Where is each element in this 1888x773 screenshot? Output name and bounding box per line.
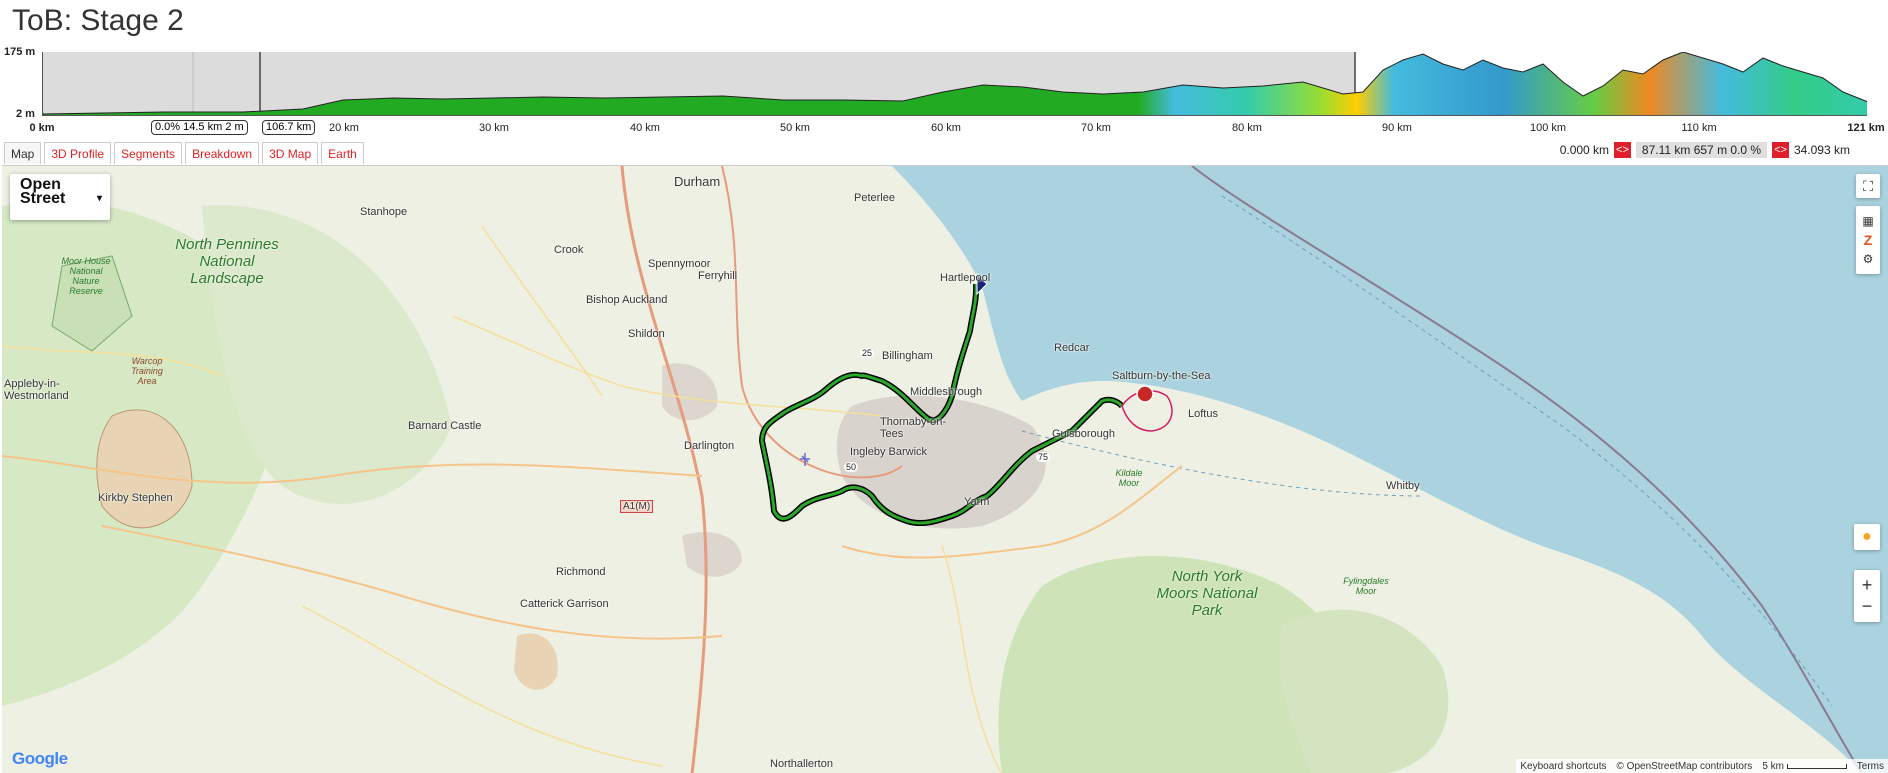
elevation-profile-chart[interactable] [42, 52, 1867, 116]
range-middle: 87.11 km 657 m 0.0 % [1635, 142, 1768, 158]
zoom-controls: + − [1854, 570, 1880, 622]
osm-attribution: © OpenStreetMap contributors [1616, 760, 1753, 772]
place-peterlee: Peterlee [854, 192, 895, 204]
tab-breakdown[interactable]: Breakdown [185, 142, 260, 164]
map-layer-label: Open Street [20, 176, 66, 207]
tab-3d-map[interactable]: 3D Map [262, 142, 319, 164]
range-start: 0.000 km [1559, 143, 1610, 157]
range-end: 34.093 km [1793, 143, 1850, 157]
terms-link[interactable]: Terms [1857, 761, 1884, 772]
elevation-profile-svg [43, 52, 1867, 115]
xtick-50: 50 km [780, 122, 810, 134]
selection-info-box: 0.0% 14.5 km 2 m [151, 120, 248, 135]
place-crook: Crook [554, 244, 584, 256]
route-map[interactable]: Durham Peterlee Stanhope Crook Spennymoo… [2, 165, 1888, 773]
place-whitby: Whitby [1386, 480, 1420, 492]
chevron-down-icon: ▾ [96, 193, 102, 204]
place-spennymoor: Spennymoor [648, 258, 711, 270]
place-redcar: Redcar [1054, 342, 1090, 354]
route-marker-25: 25 [860, 348, 875, 358]
range-bar: 0.000 km <> 87.11 km 657 m 0.0 % <> 34.0… [1560, 141, 1850, 159]
park-north-york-moors: North York Moors National Park [1156, 568, 1258, 619]
place-shildon: Shildon [628, 328, 665, 340]
view-tabs: Map 3D Profile Segments Breakdown 3D Map… [4, 142, 364, 164]
range-start-arrows[interactable]: <> [1614, 142, 1631, 158]
google-logo: Google [12, 749, 68, 768]
xtick-40: 40 km [630, 122, 660, 134]
zoom-in-button[interactable]: + [1862, 575, 1873, 596]
scale-bar: 5 km [1762, 761, 1847, 772]
map-attribution: Keyboard shortcuts © OpenStreetMap contr… [1516, 759, 1888, 773]
pegman-icon: ● [1862, 528, 1872, 545]
place-ferryhill: Ferryhill [698, 270, 738, 282]
tab-3d-profile[interactable]: 3D Profile [44, 142, 112, 164]
range-end-arrows[interactable]: <> [1772, 142, 1789, 158]
zwift-icon[interactable]: Z [1864, 232, 1873, 248]
place-saltburn: Saltburn-by-the-Sea [1112, 370, 1211, 382]
place-kirkby-stephen: Kirkby Stephen [98, 492, 173, 504]
place-richmond: Richmond [556, 566, 606, 578]
place-hartlepool: Hartlepool [940, 272, 991, 284]
road-label-a1m: A1(M) [620, 500, 654, 513]
finish-marker[interactable] [1136, 385, 1154, 403]
xtick-70: 70 km [1081, 122, 1111, 134]
place-guisborough: Guisborough [1052, 428, 1115, 440]
place-stanhope: Stanhope [360, 206, 408, 218]
place-appleby: Appleby-in-Westmorland [4, 378, 69, 402]
xtick-60: 60 km [931, 122, 961, 134]
place-barnard-castle: Barnard Castle [408, 420, 482, 432]
grid-icon[interactable]: ▦ [1862, 214, 1873, 228]
place-northallerton: Northallerton [770, 758, 833, 770]
xtick-121: 121 km [1847, 122, 1885, 134]
place-billingham: Billingham [882, 350, 933, 362]
fullscreen-icon: ⛶ [1863, 177, 1873, 194]
park-north-pennines: North Pennines National Landscape [175, 236, 279, 287]
street-view-button[interactable]: ● [1854, 524, 1880, 550]
place-durham: Durham [674, 174, 721, 189]
place-yarm: Yarm [964, 496, 990, 508]
place-ingleby-barwick: Ingleby Barwick [850, 446, 928, 458]
place-moor-house: Moor House National Nature Reserve [61, 256, 111, 296]
place-middlesbrough: Middlesbrough [910, 386, 983, 398]
place-warcop: Warcop Training Area [131, 356, 163, 386]
xtick-0: 0 km [29, 122, 55, 134]
place-thornaby: Thornaby-on-Tees [880, 416, 947, 440]
fullscreen-button[interactable]: ⛶ [1856, 174, 1880, 198]
gear-icon[interactable]: ⚙ [1863, 252, 1874, 266]
xtick-80: 80 km [1232, 122, 1262, 134]
place-kildale-moor: Kildale Moor [1115, 468, 1143, 488]
zoom-out-button[interactable]: − [1862, 596, 1873, 617]
xtick-110: 110 km [1681, 122, 1717, 134]
tab-map[interactable]: Map [4, 142, 42, 164]
tab-segments[interactable]: Segments [114, 142, 183, 164]
route-marker-75: 75 [1036, 452, 1051, 462]
place-bishop-auckland: Bishop Auckland [586, 294, 668, 306]
xtick-90: 90 km [1382, 122, 1412, 134]
route-marker-50: 50 [844, 462, 859, 472]
selection-end-box: 106.7 km [262, 120, 316, 135]
map-layer-select[interactable]: Open Street ▾ [10, 174, 110, 220]
map-tools: ▦ Z ⚙ [1856, 206, 1880, 274]
keyboard-shortcuts-link[interactable]: Keyboard shortcuts [1520, 761, 1606, 772]
elevation-max-label: 175 m [4, 46, 36, 58]
xtick-20: 20 km [329, 122, 359, 134]
place-catterick: Catterick Garrison [520, 598, 609, 610]
xtick-30: 30 km [479, 122, 509, 134]
elevation-min-label: 2 m [16, 108, 35, 120]
place-loftus: Loftus [1188, 408, 1218, 420]
xtick-100: 100 km [1529, 122, 1567, 134]
page-title: ToB: Stage 2 [12, 4, 184, 37]
place-darlington: Darlington [684, 440, 735, 452]
tab-earth[interactable]: Earth [321, 142, 364, 164]
place-fylingdales-moor: Fylingdales Moor [1343, 576, 1389, 596]
